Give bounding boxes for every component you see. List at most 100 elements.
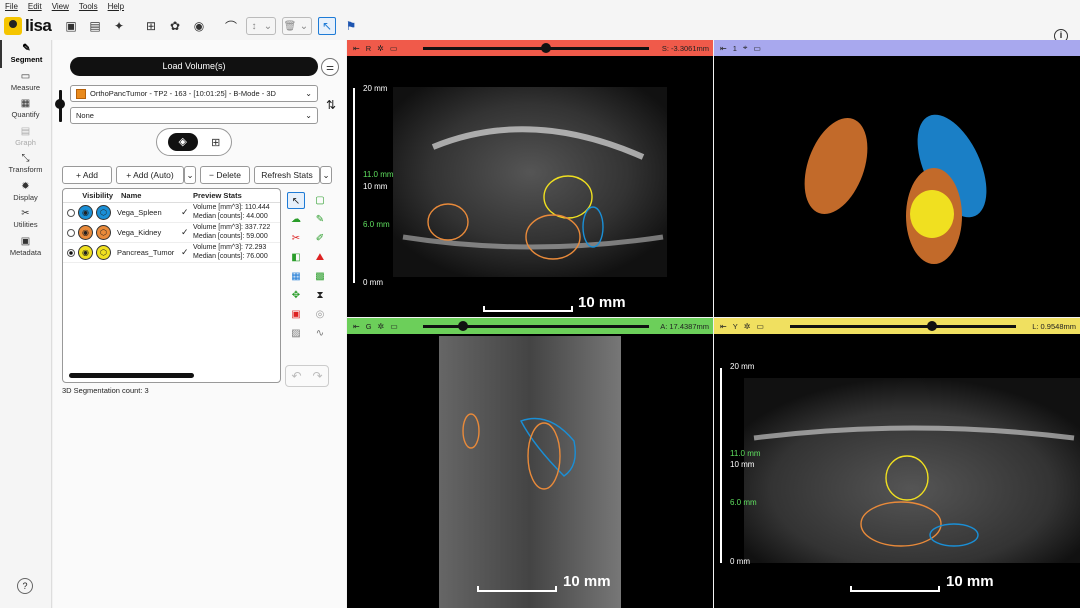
add-dropdown-icon[interactable]: ⌄ [184, 166, 196, 184]
threshold-tool-icon[interactable]: ⛰ [311, 249, 329, 266]
crosshair-icon[interactable]: ✲ [744, 322, 751, 331]
nav-transform[interactable]: ⤡ Transform [0, 150, 51, 178]
delete-button[interactable]: − Delete [200, 166, 250, 184]
view-mode-toggle[interactable]: ◈ ⊞ [156, 128, 232, 156]
pin-icon[interactable]: ⇤ [720, 322, 727, 331]
bounding-box-tool-icon[interactable]: ▢ [311, 192, 329, 209]
settings-sliders-icon[interactable]: ⚌ [321, 58, 339, 76]
camera-icon[interactable]: ◉ [190, 17, 208, 35]
viewport-coronal[interactable]: ⇤ G ✲ ▭ A: 17.4387mm 10 mm [347, 318, 713, 608]
grid-icon[interactable]: ⊞ [211, 136, 220, 149]
load-volume-button[interactable]: Load Volume(s) [70, 57, 318, 76]
crosshair-icon[interactable]: ✲ [378, 322, 385, 331]
maximize-icon[interactable]: ▭ [390, 322, 398, 331]
nav-utilities[interactable]: ✂ Utilities [0, 205, 51, 233]
layers-icon[interactable]: ◈ [167, 133, 198, 151]
slice-slider-track[interactable] [423, 47, 649, 50]
slice-slider-knob[interactable] [458, 321, 468, 331]
nav-metadata[interactable]: ▣ Metadata [0, 233, 51, 261]
menu-file[interactable]: File [5, 2, 18, 11]
broom-icon[interactable]: ⌒ [222, 17, 240, 35]
volume-stat: Volume [mm^3]: 72.293 [193, 244, 267, 251]
grid-tool-icon[interactable]: ▦ [287, 268, 305, 285]
flag-icon[interactable]: ⚑ [342, 17, 360, 35]
viewport-sagittal[interactable]: ⇤ R ✲ ▭ S: -3.3061mm 20 mm 11.0 mm 10 mm… [347, 40, 713, 317]
nav-measure[interactable]: ▭ Measure [0, 68, 51, 96]
pointer-tool-icon[interactable]: ↖ [287, 192, 305, 209]
eye-icon[interactable]: ◉ [78, 225, 93, 240]
history-icon[interactable]: ↕ [247, 21, 261, 32]
slice-position: L: 0.9548mm [1032, 321, 1076, 331]
menu-tools[interactable]: Tools [79, 2, 98, 11]
fill-tool-icon[interactable]: ◧ [287, 249, 305, 266]
nav-quantify[interactable]: ▦ Quantify [0, 95, 51, 123]
undo-icon[interactable]: ↶ [291, 369, 301, 383]
pin-icon[interactable]: ⇤ [353, 322, 360, 331]
opacity-slider[interactable] [55, 90, 65, 122]
menu-help[interactable]: Help [108, 2, 124, 11]
lasso-tool-icon[interactable]: ☁ [287, 211, 305, 228]
viewport-axial[interactable]: ⇤ Y ✲ ▭ L: 0.9548mm 20 mm 11.0 mm 10 mm … [714, 318, 1080, 608]
move-tool-icon[interactable]: ✥ [287, 287, 305, 304]
nav-display[interactable]: ✹ Display [0, 178, 51, 206]
volume-select[interactable]: OrthoPancTumor - TP2 - 163 - [10:01:25] … [70, 85, 318, 102]
image-tool-icon[interactable]: ▨ [287, 325, 305, 342]
trash-dropdown-icon[interactable]: ⌄ [297, 21, 311, 32]
eye-icon[interactable]: ◉ [78, 205, 93, 220]
slice-slider-knob[interactable] [927, 321, 937, 331]
help-icon[interactable]: ? [17, 578, 33, 594]
maximize-icon[interactable]: ▭ [756, 322, 764, 331]
swap-icon[interactable]: ⇅ [326, 98, 336, 112]
menu-view[interactable]: View [52, 2, 69, 11]
visibility-header: Visibility [82, 191, 113, 200]
refresh-dropdown-icon[interactable]: ⌄ [320, 166, 332, 184]
maximize-icon[interactable]: ▭ [390, 44, 398, 53]
pin-icon[interactable]: ⇤ [720, 44, 727, 53]
graph-icon: ▤ [20, 125, 31, 137]
smooth-tool-icon[interactable]: ▣ [287, 306, 305, 323]
magic-wand-icon[interactable]: ✦ [110, 17, 128, 35]
segmentation-stats: Volume [mm^3]: 337.722 Median [counts]: 5… [193, 224, 270, 241]
select-radio[interactable] [67, 228, 75, 237]
wave-tool-icon[interactable]: ∿ [311, 325, 329, 342]
slice-slider-track[interactable] [423, 325, 649, 328]
save-as-icon[interactable]: ▤ [86, 17, 104, 35]
cube-visibility-icon[interactable]: ⬡ [96, 225, 111, 240]
cube-visibility-icon[interactable]: ⬡ [96, 245, 111, 260]
redo-icon[interactable]: ↷ [312, 369, 322, 383]
crosshair-icon[interactable]: ⌖ [743, 43, 748, 53]
mesh-tool-icon[interactable]: ▩ [311, 268, 329, 285]
select-radio[interactable] [67, 248, 75, 257]
slice-slider-track[interactable] [790, 325, 1016, 328]
interpolate-tool-icon[interactable]: ⧗ [311, 287, 329, 304]
pen-tool-icon[interactable]: ✐ [311, 230, 329, 247]
table-row[interactable]: ◉ ⬡ Pancreas_Tumor ✓ Volume [mm^3]: 72.2… [63, 243, 280, 263]
add-button[interactable]: + Add [62, 166, 112, 184]
eye-icon[interactable]: ◉ [78, 245, 93, 260]
save-icon[interactable]: ▣ [62, 17, 80, 35]
select-radio[interactable] [67, 208, 75, 217]
maximize-icon[interactable]: ▭ [753, 44, 761, 53]
nav-segment[interactable]: ✎ Segment [0, 40, 51, 68]
trash-icon[interactable]: 🗑 [283, 21, 297, 32]
layout-grid-icon[interactable]: ⊞ [142, 17, 160, 35]
crosshair-icon[interactable]: ✲ [377, 44, 384, 53]
overlay-select[interactable]: None ⌄ [70, 107, 318, 124]
viewport-3d[interactable]: ⇤ 1 ⌖ ▭ [714, 40, 1080, 317]
refresh-stats-button[interactable]: Refresh Stats [254, 166, 320, 184]
brush-tool-icon[interactable]: ✎ [311, 211, 329, 228]
lisa-logo-icon [4, 17, 22, 35]
target-tool-icon[interactable]: ◎ [311, 306, 329, 323]
table-row[interactable]: ◉ ⬡ Vega_Kidney ✓ Volume [mm^3]: 337.722… [63, 223, 280, 243]
paint-icon[interactable]: ✿ [166, 17, 184, 35]
table-row[interactable]: ◉ ⬡ Vega_Spleen ✓ Volume [mm^3]: 110.444… [63, 203, 280, 223]
horizontal-scrollbar[interactable] [69, 373, 194, 378]
scissors-tool-icon[interactable]: ✂ [287, 230, 305, 247]
history-dropdown-icon[interactable]: ⌄ [261, 21, 275, 32]
pointer-tool-icon[interactable]: ↖ [318, 17, 336, 35]
add-auto-button[interactable]: + Add (Auto) [116, 166, 184, 184]
pin-icon[interactable]: ⇤ [353, 44, 360, 53]
cube-visibility-icon[interactable]: ⬡ [96, 205, 111, 220]
menu-edit[interactable]: Edit [28, 2, 42, 11]
slice-slider-knob[interactable] [541, 43, 551, 53]
